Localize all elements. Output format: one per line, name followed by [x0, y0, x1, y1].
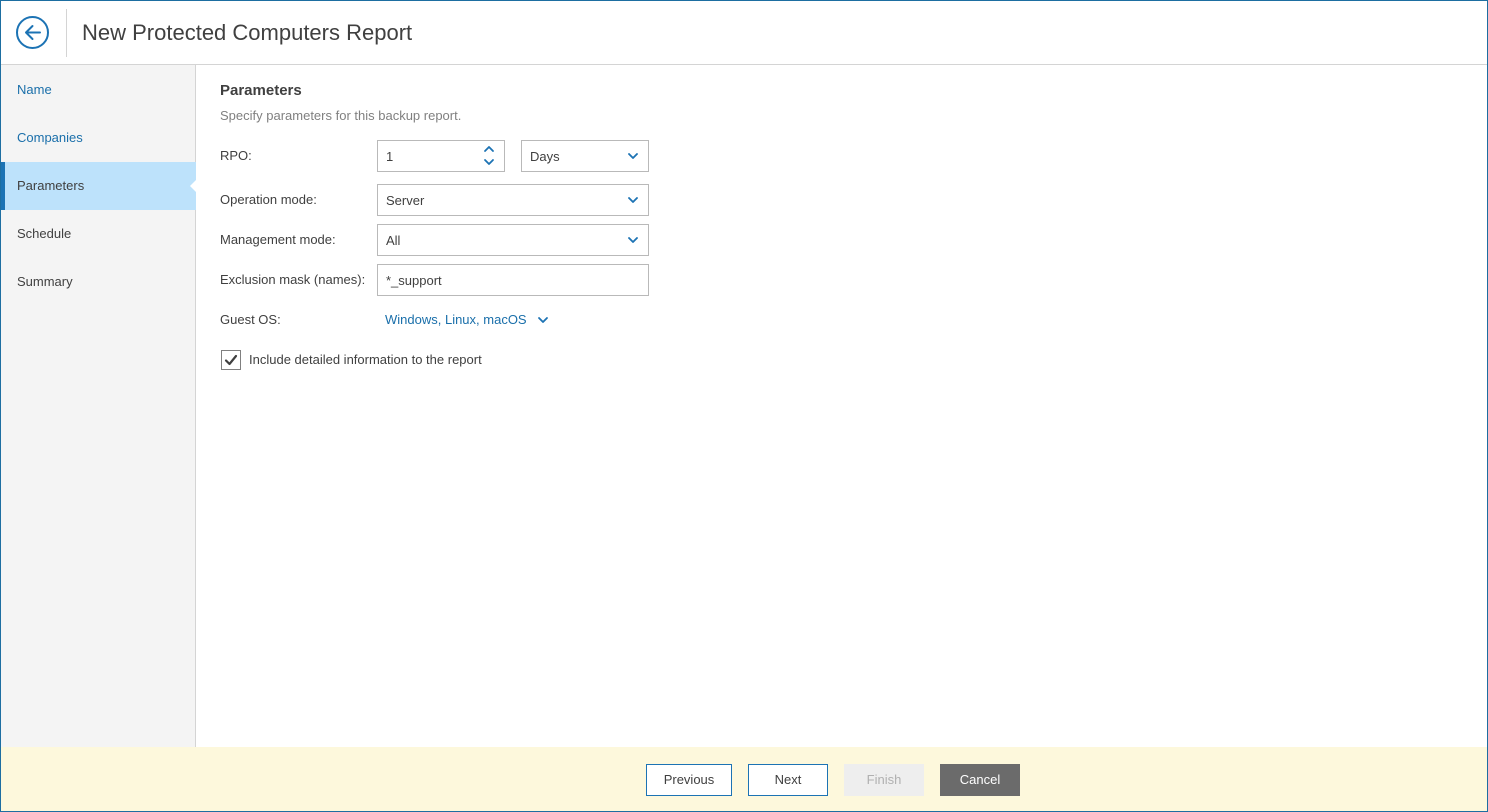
section-description: Specify parameters for this backup repor…	[220, 108, 462, 123]
step-parameters-label: Parameters	[17, 178, 85, 193]
operation-mode-select[interactable]: Server	[377, 184, 649, 216]
cancel-button[interactable]: Cancel	[940, 764, 1020, 796]
rpo-label: RPO:	[220, 148, 252, 163]
wizard-window: New Protected Computers Report Name Comp…	[0, 0, 1488, 812]
parameters-panel: Parameters Specify parameters for this b…	[197, 65, 1487, 747]
rpo-value: 1	[386, 149, 394, 164]
step-name[interactable]: Name	[1, 66, 196, 114]
operation-mode-label: Operation mode:	[220, 192, 317, 207]
finish-button[interactable]: Finish	[844, 764, 924, 796]
step-summary[interactable]: Summary	[1, 258, 196, 306]
header-divider	[66, 9, 67, 57]
include-details-checkbox[interactable]	[221, 350, 241, 370]
step-companies[interactable]: Companies	[1, 114, 196, 162]
chevron-down-icon[interactable]	[537, 315, 549, 325]
chevron-down-icon[interactable]	[483, 157, 495, 167]
wizard-steps-sidebar: Name Companies Parameters Schedule Summa…	[1, 65, 197, 747]
rpo-stepper[interactable]: 1	[377, 140, 505, 172]
chevron-down-icon	[628, 237, 638, 243]
chevron-up-icon[interactable]	[483, 144, 495, 154]
section-heading: Parameters	[220, 82, 302, 99]
previous-button[interactable]: Previous	[646, 764, 732, 796]
management-mode-label: Management mode:	[220, 232, 336, 247]
exclusion-mask-label: Exclusion mask (names):	[220, 272, 366, 287]
step-parameters[interactable]: Parameters	[1, 162, 197, 210]
wizard-header: New Protected Computers Report	[1, 1, 1487, 65]
guest-os-link[interactable]: Windows, Linux, macOS	[385, 312, 527, 327]
include-details-label: Include detailed information to the repo…	[249, 352, 482, 367]
exclusion-mask-input[interactable]: *_support	[377, 264, 649, 296]
operation-mode-value: Server	[386, 193, 425, 208]
active-step-pointer	[190, 179, 197, 193]
management-mode-value: All	[386, 233, 401, 248]
page-title: New Protected Computers Report	[82, 20, 413, 45]
management-mode-select[interactable]: All	[377, 224, 649, 256]
chevron-down-icon	[628, 153, 638, 159]
back-button[interactable]	[16, 16, 49, 49]
chevron-down-icon	[628, 197, 638, 203]
exclusion-mask-value: *_support	[386, 273, 442, 288]
rpo-unit-select[interactable]: Days	[521, 140, 649, 172]
checkmark-icon	[224, 354, 238, 366]
arrow-left-icon	[25, 25, 41, 40]
guest-os-label: Guest OS:	[220, 312, 281, 327]
wizard-footer: Previous Next Finish Cancel	[1, 747, 1487, 811]
next-button[interactable]: Next	[748, 764, 828, 796]
rpo-unit-value: Days	[530, 149, 560, 164]
step-schedule[interactable]: Schedule	[1, 210, 196, 258]
